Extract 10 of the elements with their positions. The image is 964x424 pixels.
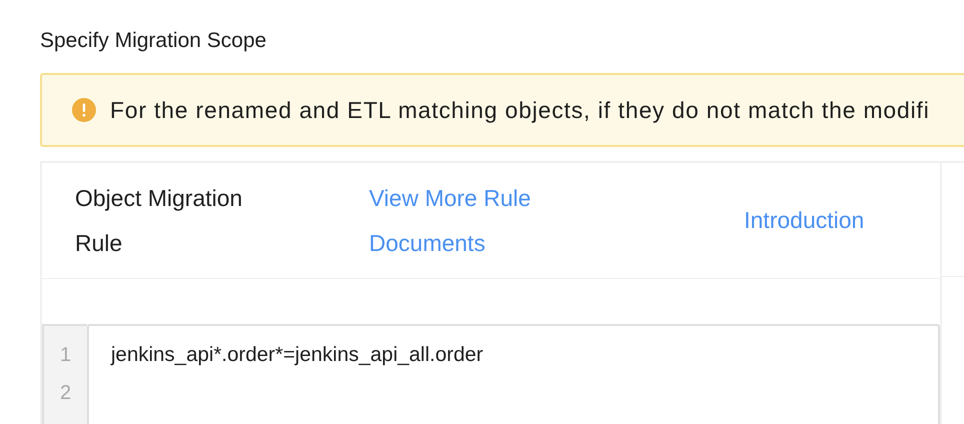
code-line: jenkins_api*.order*=jenkins_api_all.order [111,342,484,368]
line-number: 2 [60,381,72,406]
rule-title: Object Migration Rule [75,184,244,258]
line-number: 1 [60,343,72,368]
rule-documents-link[interactable]: View More Rule Documents [369,176,599,266]
alert-text: For the renamed and ETL matching objects, if they do not match the modifi [110,96,930,125]
introduction-link[interactable]: Introduction [744,203,864,238]
warning-icon [72,98,96,122]
code-editor[interactable]: jenkins_api*.order*=jenkins_api_all.order [87,324,940,424]
section-title: Specify Migration Scope [40,28,268,54]
